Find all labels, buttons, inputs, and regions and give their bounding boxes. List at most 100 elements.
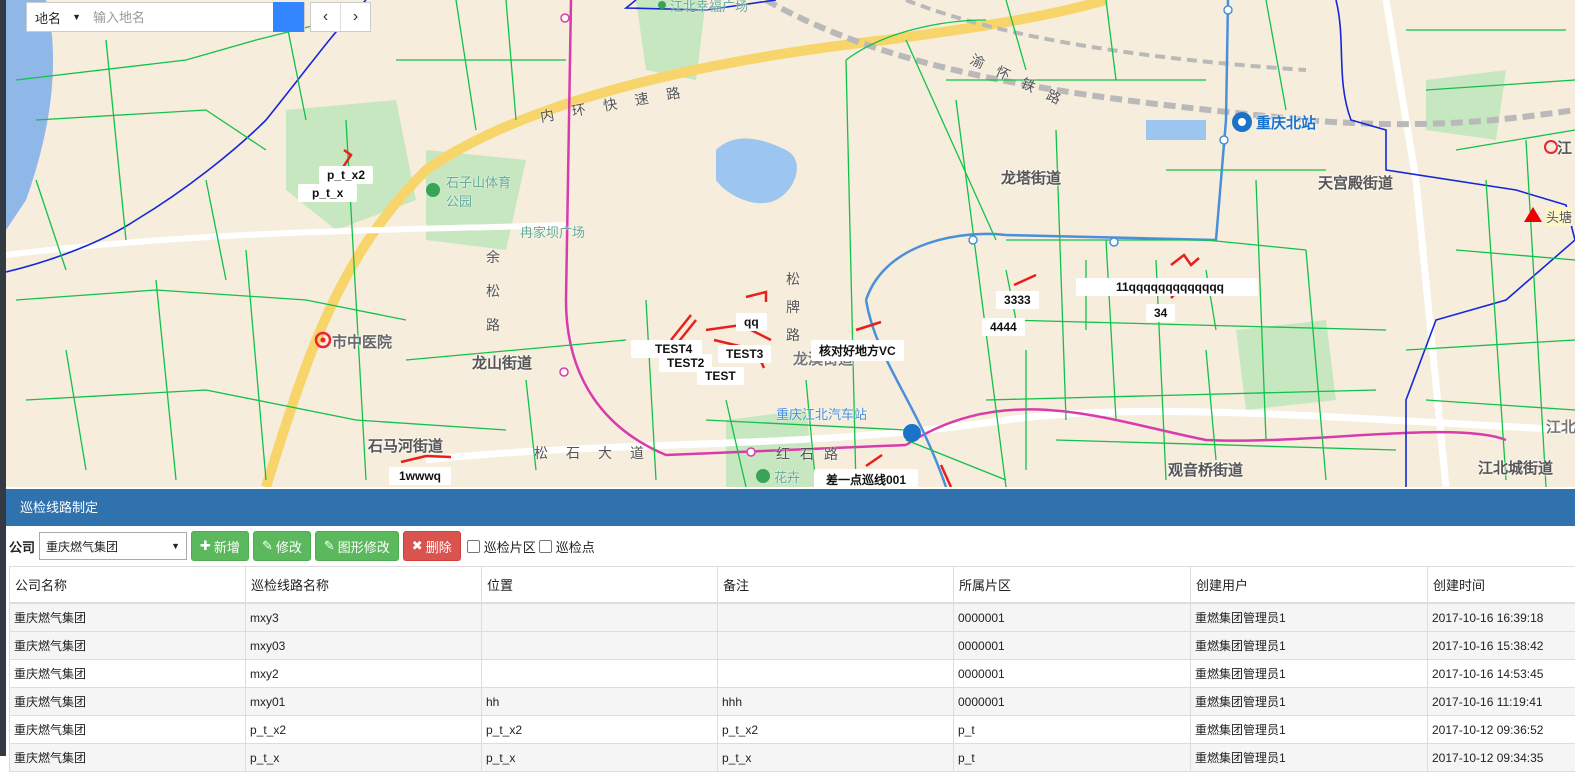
panel-title: 巡检线路制定: [20, 500, 98, 515]
poi-jiangbei-xingfu: 江北幸福广场: [670, 0, 748, 15]
table-cell: p_t_x: [718, 744, 954, 772]
map-nav-buttons: ‹ ›: [310, 2, 371, 32]
patrol-route-table: 公司名称 巡检线路名称 位置 备注 所属片区 创建用户 创建时间 重庆燃气集团 …: [9, 566, 1575, 772]
table-cell: 0000001: [954, 603, 1191, 632]
delete-button-label: 删除: [426, 537, 452, 556]
poi-longshan: 龙山街道: [472, 352, 532, 373]
caret-down-icon: ▼: [171, 541, 180, 551]
pencil-icon: ✎: [262, 538, 273, 554]
table-cell: 重庆燃气集团: [10, 744, 246, 772]
map-view[interactable]: 龙山街道 龙塔街道 天宫殿街道 石马河街道 观音桥街道 江北城街道 重庆北站 市…: [6, 0, 1575, 487]
table-cell: [482, 632, 718, 660]
plus-icon: ✚: [200, 538, 211, 554]
route-label-vc[interactable]: 核对好地方VC: [811, 340, 904, 361]
poi-chongqingbei: 重庆北站: [1256, 112, 1316, 133]
delete-button[interactable]: ✖ 删除: [403, 531, 461, 561]
table-row[interactable]: 重庆燃气集团 p_t_x p_t_x p_t_x p_t 重燃集团管理员1 20…: [10, 744, 1575, 772]
checkbox-patrol-point[interactable]: 巡检点: [539, 537, 595, 556]
column-header[interactable]: 所属片区: [954, 567, 1191, 604]
table-cell: 重庆燃气集团: [10, 688, 246, 716]
table-cell: mxy01: [246, 688, 482, 716]
poi-guanyinqiao: 观音桥街道: [1168, 459, 1243, 480]
edit-button[interactable]: ✎ 修改: [253, 531, 311, 561]
table-cell: 重庆燃气集团: [10, 716, 246, 744]
checkbox-patrol-area[interactable]: 巡检片区: [467, 537, 536, 556]
table-cell: [718, 632, 954, 660]
route-label-p-t-x2[interactable]: p_t_x2: [319, 166, 373, 184]
table-cell: p_t: [954, 744, 1191, 772]
table-cell: 重燃集团管理员1: [1191, 744, 1428, 772]
route-label-test3[interactable]: TEST3: [718, 345, 771, 363]
route-label-11q[interactable]: 11qqqqqqqqqqqqq: [1076, 278, 1258, 296]
table-cell: [482, 660, 718, 688]
checkbox-patrol-area-box[interactable]: [467, 540, 480, 553]
chevron-right-icon: ›: [353, 8, 358, 26]
route-label-p-t-x[interactable]: p_t_x: [298, 184, 357, 202]
route-label-4444[interactable]: 4444: [982, 318, 1025, 336]
table-cell: 2017-10-16 11:19:41: [1428, 688, 1575, 716]
route-label-cha[interactable]: 差一点巡线001: [814, 469, 918, 487]
caret-down-icon: ▼: [72, 12, 81, 22]
poi-shimahe: 石马河街道: [368, 435, 443, 456]
shape-edit-button[interactable]: ✎ 图形修改: [315, 531, 399, 561]
poi-tiangong: 天宫殿街道: [1318, 172, 1393, 193]
table-cell: 2017-10-16 16:39:18: [1428, 603, 1575, 632]
column-header[interactable]: 位置: [482, 567, 718, 604]
table-cell: p_t_x: [482, 744, 718, 772]
table-cell: mxy03: [246, 632, 482, 660]
search-button[interactable]: [273, 2, 304, 32]
table-cell: 重燃集团管理员1: [1191, 716, 1428, 744]
table-cell: hh: [482, 688, 718, 716]
route-label-test[interactable]: TEST: [697, 367, 744, 385]
add-button[interactable]: ✚ 新增: [191, 531, 249, 561]
route-label-34[interactable]: 34: [1146, 304, 1175, 322]
add-button-label: 新增: [214, 537, 240, 556]
poi-huashan: 花卉: [774, 467, 800, 486]
table-cell: 重燃集团管理员1: [1191, 688, 1428, 716]
table-row[interactable]: 重庆燃气集团 mxy01 hh hhh 0000001 重燃集团管理员1 201…: [10, 688, 1575, 716]
checkbox-patrol-area-label: 巡检片区: [484, 537, 536, 556]
poi-shizhongyi: 市中医院: [332, 331, 392, 352]
table-cell: [718, 660, 954, 688]
table-cell: 重燃集团管理员1: [1191, 632, 1428, 660]
road-songpai: 松牌路: [786, 265, 800, 349]
table-row[interactable]: 重庆燃气集团 mxy2 0000001 重燃集团管理员1 2017-10-16 …: [10, 660, 1575, 688]
column-header[interactable]: 创建时间: [1428, 567, 1575, 604]
table-cell: 重燃集团管理员1: [1191, 603, 1428, 632]
table-row[interactable]: 重庆燃气集团 mxy3 0000001 重燃集团管理员1 2017-10-16 …: [10, 603, 1575, 632]
company-label: 公司: [9, 537, 35, 556]
table-cell: 2017-10-12 09:36:52: [1428, 716, 1575, 744]
road-songshi: 松石大道: [534, 443, 662, 463]
column-header[interactable]: 巡检线路名称: [246, 567, 482, 604]
forward-button[interactable]: ›: [340, 3, 370, 31]
column-header[interactable]: 创建用户: [1191, 567, 1428, 604]
back-button[interactable]: ‹: [311, 3, 340, 31]
table-cell: 重庆燃气集团: [10, 660, 246, 688]
search-icon: [27, 3, 43, 19]
route-label-1wwwq[interactable]: 1wwwq: [389, 467, 451, 485]
table-cell: [718, 603, 954, 632]
table-cell: mxy3: [246, 603, 482, 632]
map-search-box: 地名 ▼: [26, 2, 305, 32]
toolbar: 公司 重庆燃气集团 ▼ ✚ 新增 ✎ 修改 ✎ 图形修改 ✖ 删除 巡检片区 巡…: [6, 529, 1575, 563]
search-input[interactable]: [89, 3, 273, 31]
table-cell: 2017-10-16 14:53:45: [1428, 660, 1575, 688]
route-label-3333[interactable]: 3333: [996, 291, 1039, 309]
company-select[interactable]: 重庆燃气集团 ▼: [39, 532, 187, 560]
table-row[interactable]: 重庆燃气集团 p_t_x2 p_t_x2 p_t_x2 p_t 重燃集团管理员1…: [10, 716, 1575, 744]
table-cell: 0000001: [954, 688, 1191, 716]
column-header[interactable]: 备注: [718, 567, 954, 604]
table-cell: [482, 603, 718, 632]
pencil-icon: ✎: [324, 538, 335, 554]
road-hongshi: 红石路: [776, 444, 848, 464]
panel-header: 巡检线路制定: [6, 489, 1575, 526]
table-cell: 2017-10-12 09:34:35: [1428, 744, 1575, 772]
route-label-qq[interactable]: qq: [736, 313, 767, 331]
poi-longta: 龙塔街道: [1001, 167, 1061, 188]
poi-jiangbei-corner2: 江北: [1546, 416, 1575, 437]
table-cell: 2017-10-16 15:38:42: [1428, 632, 1575, 660]
table-row[interactable]: 重庆燃气集团 mxy03 0000001 重燃集团管理员1 2017-10-16…: [10, 632, 1575, 660]
table-cell: p_t_x2: [246, 716, 482, 744]
column-header[interactable]: 公司名称: [10, 567, 246, 604]
checkbox-patrol-point-box[interactable]: [539, 540, 552, 553]
